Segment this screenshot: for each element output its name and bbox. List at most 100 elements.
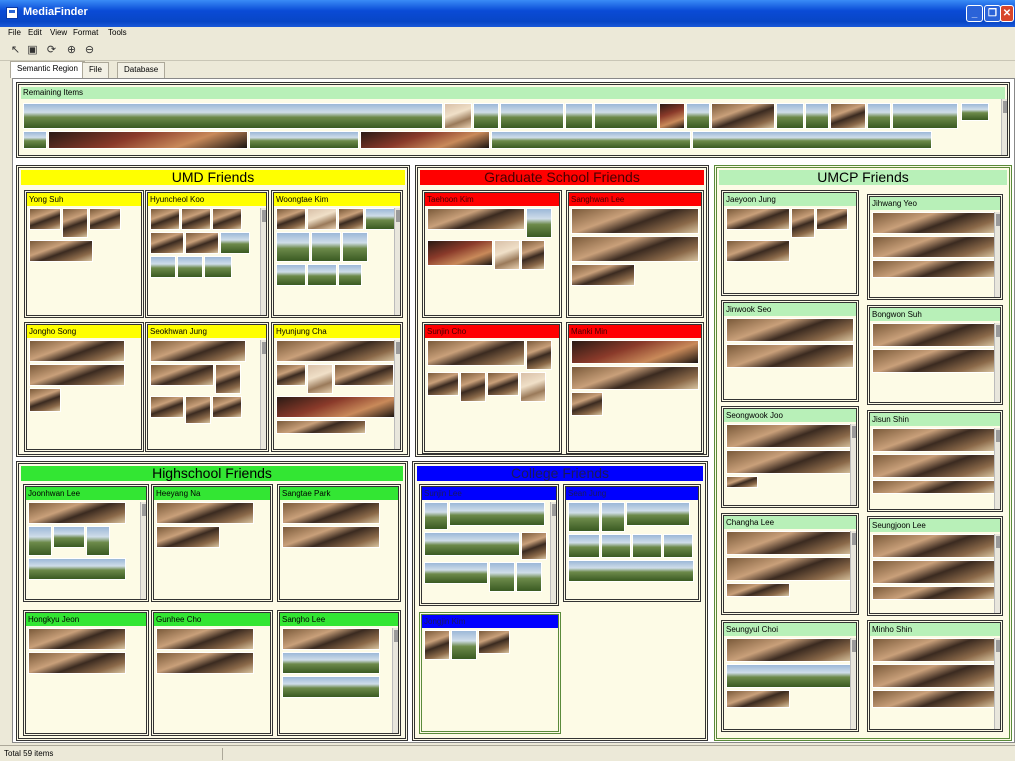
- person-card[interactable]: Jihwang Yeo: [867, 194, 1003, 300]
- photo-thumbnail[interactable]: [830, 103, 866, 129]
- pointer-tool-button[interactable]: ↖: [8, 43, 23, 58]
- person-card[interactable]: Minho Shin: [867, 620, 1003, 732]
- photo-thumbnail[interactable]: [215, 364, 241, 394]
- photo-thumbnail[interactable]: [23, 131, 47, 149]
- photo-thumbnail[interactable]: [156, 628, 254, 650]
- photo-thumbnail[interactable]: [686, 103, 710, 129]
- photo-thumbnail[interactable]: [282, 502, 380, 524]
- photo-thumbnail[interactable]: [220, 232, 250, 254]
- person-card[interactable]: Sanghwan Lee: [566, 190, 704, 318]
- photo-thumbnail[interactable]: [48, 131, 248, 149]
- photo-thumbnail[interactable]: [424, 502, 448, 530]
- person-card[interactable]: Sangho Lee: [277, 610, 401, 736]
- photo-thumbnail[interactable]: [872, 480, 996, 494]
- card-scrollbar[interactable]: [140, 502, 146, 599]
- person-card[interactable]: Hyuncheol Koo: [145, 190, 269, 318]
- photo-thumbnail[interactable]: [185, 232, 219, 254]
- card-scrollbar[interactable]: [994, 323, 1000, 402]
- person-card[interactable]: Sunjin Cho: [422, 322, 562, 454]
- photo-thumbnail[interactable]: [568, 534, 600, 558]
- photo-thumbnail[interactable]: [872, 349, 996, 373]
- refresh-tool-button[interactable]: ⟳: [44, 43, 59, 58]
- card-scrollbar[interactable]: [260, 340, 266, 449]
- photo-thumbnail[interactable]: [449, 502, 545, 526]
- person-card[interactable]: Jongjin Kim: [419, 612, 561, 734]
- semantic-canvas[interactable]: Remaining Items UMD Friends Yong Suh Hyu…: [12, 78, 1015, 743]
- photo-thumbnail[interactable]: [28, 502, 126, 524]
- photo-thumbnail[interactable]: [494, 240, 520, 270]
- photo-thumbnail[interactable]: [726, 240, 790, 262]
- photo-thumbnail[interactable]: [150, 340, 246, 362]
- photo-thumbnail[interactable]: [53, 526, 85, 548]
- person-card[interactable]: Heeyang Na: [151, 484, 273, 602]
- photo-thumbnail[interactable]: [892, 103, 958, 129]
- menu-tools[interactable]: Tools: [108, 28, 127, 37]
- photo-thumbnail[interactable]: [28, 526, 52, 556]
- menu-file[interactable]: File: [8, 28, 21, 37]
- card-scrollbar[interactable]: [392, 628, 398, 733]
- photo-thumbnail[interactable]: [872, 236, 996, 258]
- person-card[interactable]: Sangtae Park: [277, 484, 401, 602]
- photo-thumbnail[interactable]: [177, 256, 203, 278]
- photo-thumbnail[interactable]: [571, 264, 635, 286]
- close-button[interactable]: ✕: [1000, 5, 1014, 22]
- photo-thumbnail[interactable]: [150, 396, 184, 418]
- photo-thumbnail[interactable]: [276, 232, 310, 262]
- highschool-friends-region[interactable]: Highschool Friends Joonhwan Lee Heeyang …: [16, 461, 408, 741]
- photo-thumbnail[interactable]: [711, 103, 775, 129]
- photo-thumbnail[interactable]: [487, 372, 519, 396]
- photo-thumbnail[interactable]: [473, 103, 499, 129]
- photo-thumbnail[interactable]: [282, 628, 380, 650]
- photo-thumbnail[interactable]: [872, 323, 996, 347]
- person-card[interactable]: Hongkyu Jeon: [23, 610, 149, 736]
- photo-thumbnail[interactable]: [692, 131, 932, 149]
- photo-thumbnail[interactable]: [276, 208, 306, 230]
- photo-thumbnail[interactable]: [872, 560, 996, 584]
- photo-thumbnail[interactable]: [29, 364, 125, 386]
- photo-thumbnail[interactable]: [334, 364, 394, 386]
- menu-format[interactable]: Format: [73, 28, 98, 37]
- graduate-school-friends-region[interactable]: Graduate School Friends Taehoon Kim Sang…: [415, 165, 709, 457]
- photo-thumbnail[interactable]: [805, 103, 829, 129]
- photo-thumbnail[interactable]: [185, 396, 211, 424]
- photo-thumbnail[interactable]: [872, 690, 996, 708]
- photo-thumbnail[interactable]: [249, 131, 359, 149]
- photo-thumbnail[interactable]: [156, 526, 220, 548]
- photo-thumbnail[interactable]: [150, 208, 180, 230]
- photo-thumbnail[interactable]: [601, 534, 631, 558]
- photo-thumbnail[interactable]: [424, 630, 450, 660]
- photo-thumbnail[interactable]: [150, 364, 214, 386]
- photo-thumbnail[interactable]: [867, 103, 891, 129]
- person-card[interactable]: Seungyul Choi: [721, 620, 859, 732]
- person-card[interactable]: Changha Lee: [721, 513, 859, 615]
- person-card[interactable]: Jisun Shin: [867, 410, 1003, 512]
- photo-thumbnail[interactable]: [365, 208, 395, 230]
- photo-thumbnail[interactable]: [89, 208, 121, 230]
- card-scrollbar[interactable]: [394, 208, 400, 315]
- photo-thumbnail[interactable]: [150, 232, 184, 254]
- card-scrollbar[interactable]: [394, 340, 400, 449]
- photo-thumbnail[interactable]: [571, 236, 699, 262]
- person-card[interactable]: Sean Jung: [563, 484, 701, 602]
- person-card[interactable]: Jaeyoon Jung: [721, 190, 859, 296]
- person-card[interactable]: Bongwon Suh: [867, 305, 1003, 405]
- photo-thumbnail[interactable]: [872, 638, 996, 662]
- photo-thumbnail[interactable]: [460, 372, 486, 402]
- photo-thumbnail[interactable]: [276, 264, 306, 286]
- photo-thumbnail[interactable]: [338, 208, 364, 230]
- photo-thumbnail[interactable]: [626, 502, 690, 526]
- photo-thumbnail[interactable]: [29, 208, 61, 230]
- photo-thumbnail[interactable]: [872, 260, 996, 278]
- photo-thumbnail[interactable]: [307, 364, 333, 394]
- photo-thumbnail[interactable]: [872, 454, 996, 478]
- photo-thumbnail[interactable]: [282, 676, 380, 698]
- person-card[interactable]: Jinwook Seo: [721, 300, 859, 402]
- person-card[interactable]: Seungjoon Lee: [867, 516, 1003, 616]
- photo-thumbnail[interactable]: [521, 532, 547, 560]
- remaining-items-region[interactable]: Remaining Items: [16, 82, 1010, 158]
- photo-thumbnail[interactable]: [500, 103, 564, 129]
- photo-thumbnail[interactable]: [726, 638, 854, 662]
- photo-thumbnail[interactable]: [726, 690, 790, 708]
- umd-friends-region[interactable]: UMD Friends Yong Suh Hyuncheol Koo Woong…: [16, 165, 410, 457]
- photo-thumbnail[interactable]: [601, 502, 625, 532]
